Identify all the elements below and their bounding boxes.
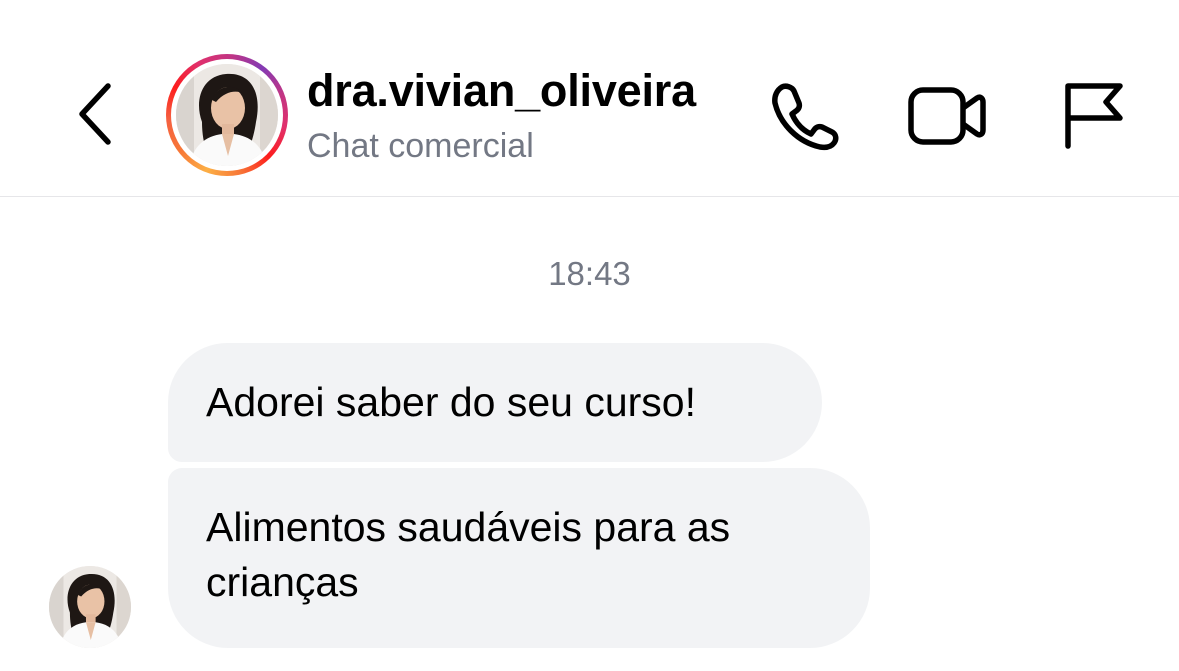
sender-avatar[interactable] <box>49 566 131 648</box>
message-bubble[interactable]: Adorei saber do seu curso! <box>168 343 822 462</box>
message-timestamp: 18:43 <box>548 255 631 292</box>
chat-header: dra.vivian_oliveira Chat comercial <box>0 0 1179 197</box>
video-call-button[interactable] <box>906 80 988 152</box>
profile-avatar[interactable] <box>166 54 288 176</box>
phone-icon <box>772 83 839 151</box>
message-text: Alimentos saudáveis para as crianças <box>206 504 731 605</box>
chat-subtitle: Chat comercial <box>307 127 534 165</box>
flag-icon <box>1065 83 1123 149</box>
message-bubble[interactable]: Alimentos saudáveis para as crianças <box>168 468 870 648</box>
profile-photo <box>176 64 278 166</box>
back-button[interactable] <box>66 78 126 150</box>
report-button[interactable] <box>1058 78 1128 152</box>
message-text: Adorei saber do seu curso! <box>206 379 696 425</box>
chat-username[interactable]: dra.vivian_oliveira <box>307 64 696 118</box>
call-button[interactable] <box>766 80 842 152</box>
chevron-left-icon <box>79 83 111 145</box>
chat-screen: dra.vivian_oliveira Chat comercial 18:43… <box>0 0 1179 671</box>
video-camera-icon <box>908 87 986 145</box>
